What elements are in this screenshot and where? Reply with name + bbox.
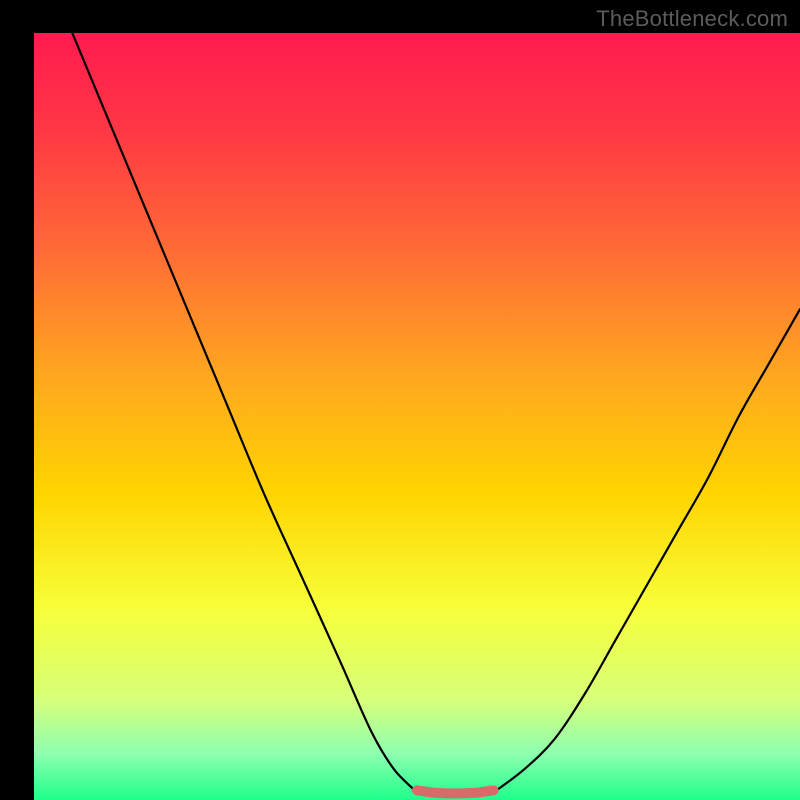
watermark-text: TheBottleneck.com — [596, 6, 788, 32]
chart-frame: TheBottleneck.com — [0, 0, 800, 800]
bottom-highlight — [417, 790, 494, 793]
bottleneck-chart — [0, 0, 800, 800]
gradient-background — [34, 33, 800, 800]
